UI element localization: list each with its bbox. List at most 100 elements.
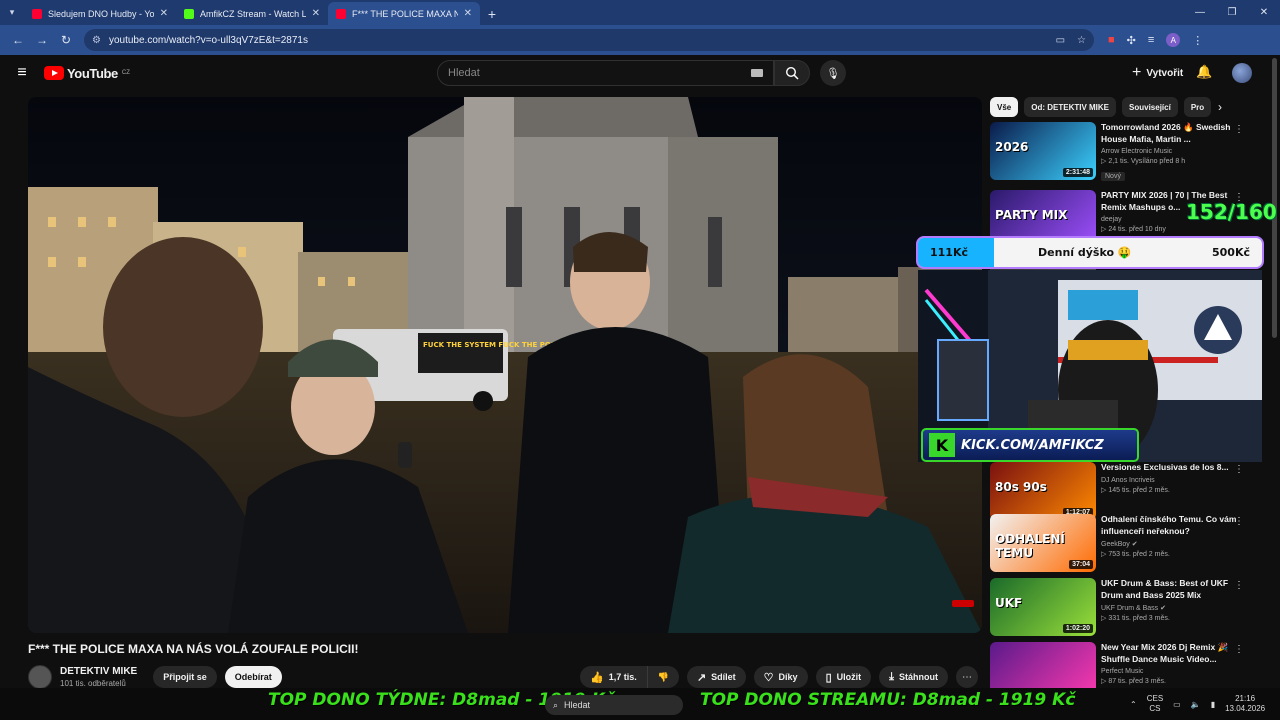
more-options-icon[interactable]: ⋮ [1234,516,1244,527]
recommendation-item[interactable]: UKF 1:02:20 UKF Drum & Bass: Best of UKF D… [990,578,1262,636]
filter-chip[interactable]: Vše [990,97,1019,117]
filter-chips: Vše Od: DETEKTIV MIKE Související Pro [990,96,1212,118]
battery-icon[interactable]: ▮ [1211,700,1215,709]
create-button[interactable]: + Vytvořit [1124,62,1191,84]
forward-icon[interactable]: → [30,33,54,47]
media-icon[interactable]: ≡ [1148,34,1154,46]
subscribe-button[interactable]: Odebírat [224,666,282,688]
youtube-logo[interactable]: YouTube CZ [44,66,130,81]
recommendation-item[interactable]: 80s 90s 1:12:07 Versiones Exclusivas de lo… [990,462,1262,520]
thanks-icon: ♡ [763,671,774,684]
dislike-button[interactable]: 👎 [647,666,679,688]
tab-close-icon[interactable]: ✕ [464,8,472,19]
site-info-icon[interactable]: ⚙ [92,35,101,46]
more-options-icon[interactable]: ⋮ [1234,464,1244,475]
recommendation-meta: ▷ 87 tis. před 3 měs. [1101,678,1166,685]
more-options-icon[interactable]: ⋮ [1234,644,1244,655]
browser-tab[interactable]: Sledujem DNO Hudby - YouTube ✕ [24,2,176,25]
reload-icon[interactable]: ↻ [54,33,78,47]
taskbar-search-icon: ⌕ [553,699,559,710]
recommendation-title: Tomorrowland 2026 🔥 Swedish House Mafia,… [1101,122,1231,144]
more-actions-icon[interactable]: ⋯ [956,666,978,688]
address-bar[interactable]: ⚙ youtube.com/watch?v=o-ull3qV7zE&t=2871… [84,29,1094,51]
thumbnail-text: UKF [995,596,1023,610]
like-button[interactable]: 👍 1,7 tis. [580,666,648,688]
channel-name[interactable]: DETEKTIV MIKE [60,666,137,677]
filter-chip[interactable]: Související [1122,97,1178,117]
extensions-puzzle-icon[interactable]: ✣ [1127,34,1136,47]
clock[interactable]: 21:16 13.04.2026 [1225,694,1265,714]
tab-close-icon[interactable]: ✕ [312,8,320,19]
filter-chip[interactable]: Pro [1183,97,1212,117]
thanks-button[interactable]: ♡ Díky [753,666,808,688]
filter-chip[interactable]: Od: DETEKTIV MIKE [1024,97,1117,117]
lang-bottom: CS [1149,704,1161,713]
share-button[interactable]: ↗ Sdílet [686,666,746,688]
recommendation-item[interactable]: 2026 2:31:48 Tomorrowland 2026 🔥 Swedish H… [990,122,1262,181]
recommendation-meta: ▷ 331 tis. před 3 měs. [1101,615,1170,622]
video-thumbnail[interactable]: ODHALENÍ TEMU 37:04 [990,514,1096,572]
download-button[interactable]: ⤓ Stáhnout [879,666,948,688]
tab-list: Sledujem DNO Hudby - YouTube✕AmfikCZ Str… [24,2,480,25]
recommendation-meta: ▷ 2,1 tis. Vysíláno před 8 h [1101,158,1186,165]
video-thumbnail[interactable]: UKF 1:02:20 [990,578,1096,636]
new-tab-button[interactable]: + [480,2,504,25]
notifications-bell-icon[interactable]: 🔔 [1196,64,1212,80]
voice-search-button[interactable]: 🎙 [820,60,846,86]
bookmark-star-icon[interactable]: ☆ [1077,35,1086,46]
browser-tabstrip: ▾ Sledujem DNO Hudby - YouTube✕AmfikCZ S… [0,0,1280,25]
search-button[interactable] [774,60,810,86]
tray-chevron-icon[interactable]: ⌃ [1130,700,1137,709]
browser-tab[interactable]: F*** THE POLICE MAXA NA NÁS VOLÁ ✕ [328,2,480,25]
clock-time: 21:16 [1235,694,1256,703]
extension-icon[interactable]: ■ [1108,34,1115,46]
recommendation-channel: DJ Anos Incriveis [1101,476,1155,484]
duration-badge: 37:04 [1069,560,1093,569]
bookmark-icon: ▯ [825,671,832,684]
close-window-icon[interactable]: ✕ [1248,0,1280,25]
network-icon[interactable]: ▭ [1173,700,1181,709]
share-label: Sdílet [711,672,736,682]
back-icon[interactable]: ← [6,33,30,47]
recommendation-channel: Perfect Music [1101,668,1144,675]
profile-avatar[interactable]: A [1166,33,1181,47]
channel-avatar[interactable] [28,665,52,689]
video-thumbnail[interactable]: 80s 90s 1:12:07 [990,462,1096,520]
thumbnail-text: 80s 90s [995,480,1047,494]
video-thumbnail[interactable]: 2026 2:31:48 [990,122,1096,180]
tab-favicon-icon [336,8,346,19]
thumbnail-text: ODHALENÍ TEMU [995,532,1065,560]
browser-tab[interactable]: AmfikCZ Stream - Watch Live on Kick ✕ [176,2,328,25]
tab-search-icon[interactable]: ▾ [0,0,24,25]
language-indicator[interactable]: CES CS [1147,694,1163,714]
scrollbar[interactable] [1272,58,1277,338]
minimize-icon[interactable]: — [1184,0,1216,25]
menu-hamburger-icon[interactable]: ≡ [0,64,44,82]
recommendation-channel: UKF Drum & Bass ✔ [1101,605,1166,612]
overlay-counter: 152/160 [1186,200,1277,224]
join-button[interactable]: Připojit se [153,666,217,688]
recommendation-info: Odhalení čínského Temu. Co vám influence… [1101,514,1241,558]
thumbnail-text: PARTY MIX [995,208,1068,222]
save-button[interactable]: ▯ Uložit [815,666,872,688]
create-label: Vytvořit [1146,67,1184,79]
more-options-icon[interactable]: ⋮ [1234,580,1244,591]
logo-text: YouTube [67,65,118,81]
volume-icon[interactable]: 🔈 [1191,700,1201,709]
more-options-icon[interactable]: ⋮ [1234,124,1244,135]
recommendation-meta: ▷ 145 tis. před 2 měs. [1101,486,1170,494]
keyboard-icon[interactable] [751,69,763,77]
account-avatar[interactable] [1232,63,1252,83]
chevron-right-icon[interactable]: › [1218,100,1222,114]
maximize-icon[interactable]: ❐ [1216,0,1248,25]
recommendation-item[interactable]: ODHALENÍ TEMU 37:04 Odhalení čínského Temu… [990,514,1262,572]
taskbar-search[interactable]: ⌕ Hledat [545,695,683,715]
window-controls: — ❐ ✕ [1184,0,1280,25]
search-input[interactable]: Hledat [437,60,774,86]
browser-menu-icon[interactable]: ⋮ [1192,34,1203,47]
recommendation-meta: ▷ 753 tis. před 2 měs. [1101,551,1170,558]
cast-icon[interactable]: ▭ [1056,35,1065,46]
tab-close-icon[interactable]: ✕ [160,8,168,19]
video-player[interactable]: FUCK THE SYSTEM FUCK THE POLICE FIZLY [28,97,982,633]
recommendation-meta: ▷ 24 tis. před 10 dny [1101,226,1166,233]
